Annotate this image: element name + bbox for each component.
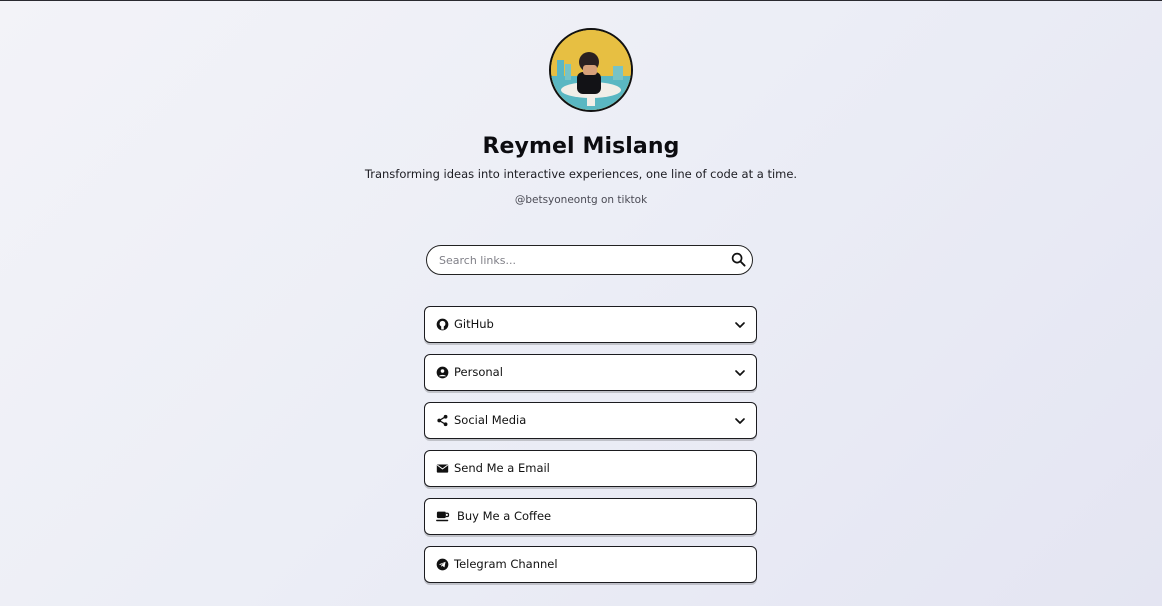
link-social-media[interactable]: Social Media xyxy=(424,402,757,439)
chevron-down-icon xyxy=(735,322,745,328)
link-label: Telegram Channel xyxy=(454,557,558,571)
chevron-down-icon xyxy=(735,418,745,424)
link-label: Personal xyxy=(454,365,503,379)
user-circle-icon xyxy=(435,365,449,379)
profile-name: Reymel Mislang xyxy=(482,134,680,159)
github-icon xyxy=(435,317,449,331)
profile-page: Reymel Mislang Transforming ideas into i… xyxy=(0,0,1162,606)
link-github[interactable]: GitHub xyxy=(424,306,757,343)
link-personal[interactable]: Personal xyxy=(424,354,757,391)
search-input[interactable] xyxy=(437,246,727,275)
profile-handle: @betsyoneontg on tiktok xyxy=(514,194,648,206)
link-coffee[interactable]: Buy Me a Coffee xyxy=(424,498,757,535)
link-label: GitHub xyxy=(454,317,494,331)
link-label: Buy Me a Coffee xyxy=(457,509,552,523)
link-email[interactable]: Send Me a Email xyxy=(424,450,757,487)
coffee-icon xyxy=(435,509,451,523)
link-label: Social Media xyxy=(454,413,527,427)
profile-bio: Transforming ideas into interactive expe… xyxy=(364,167,798,181)
search-box xyxy=(426,245,753,275)
link-label: Send Me a Email xyxy=(454,461,550,475)
chevron-down-icon xyxy=(735,370,745,376)
link-telegram[interactable]: Telegram Channel xyxy=(424,546,757,583)
telegram-icon xyxy=(435,557,449,571)
envelope-icon xyxy=(435,461,449,475)
share-icon xyxy=(435,413,449,427)
avatar xyxy=(549,28,633,112)
search-icon[interactable] xyxy=(731,252,746,267)
